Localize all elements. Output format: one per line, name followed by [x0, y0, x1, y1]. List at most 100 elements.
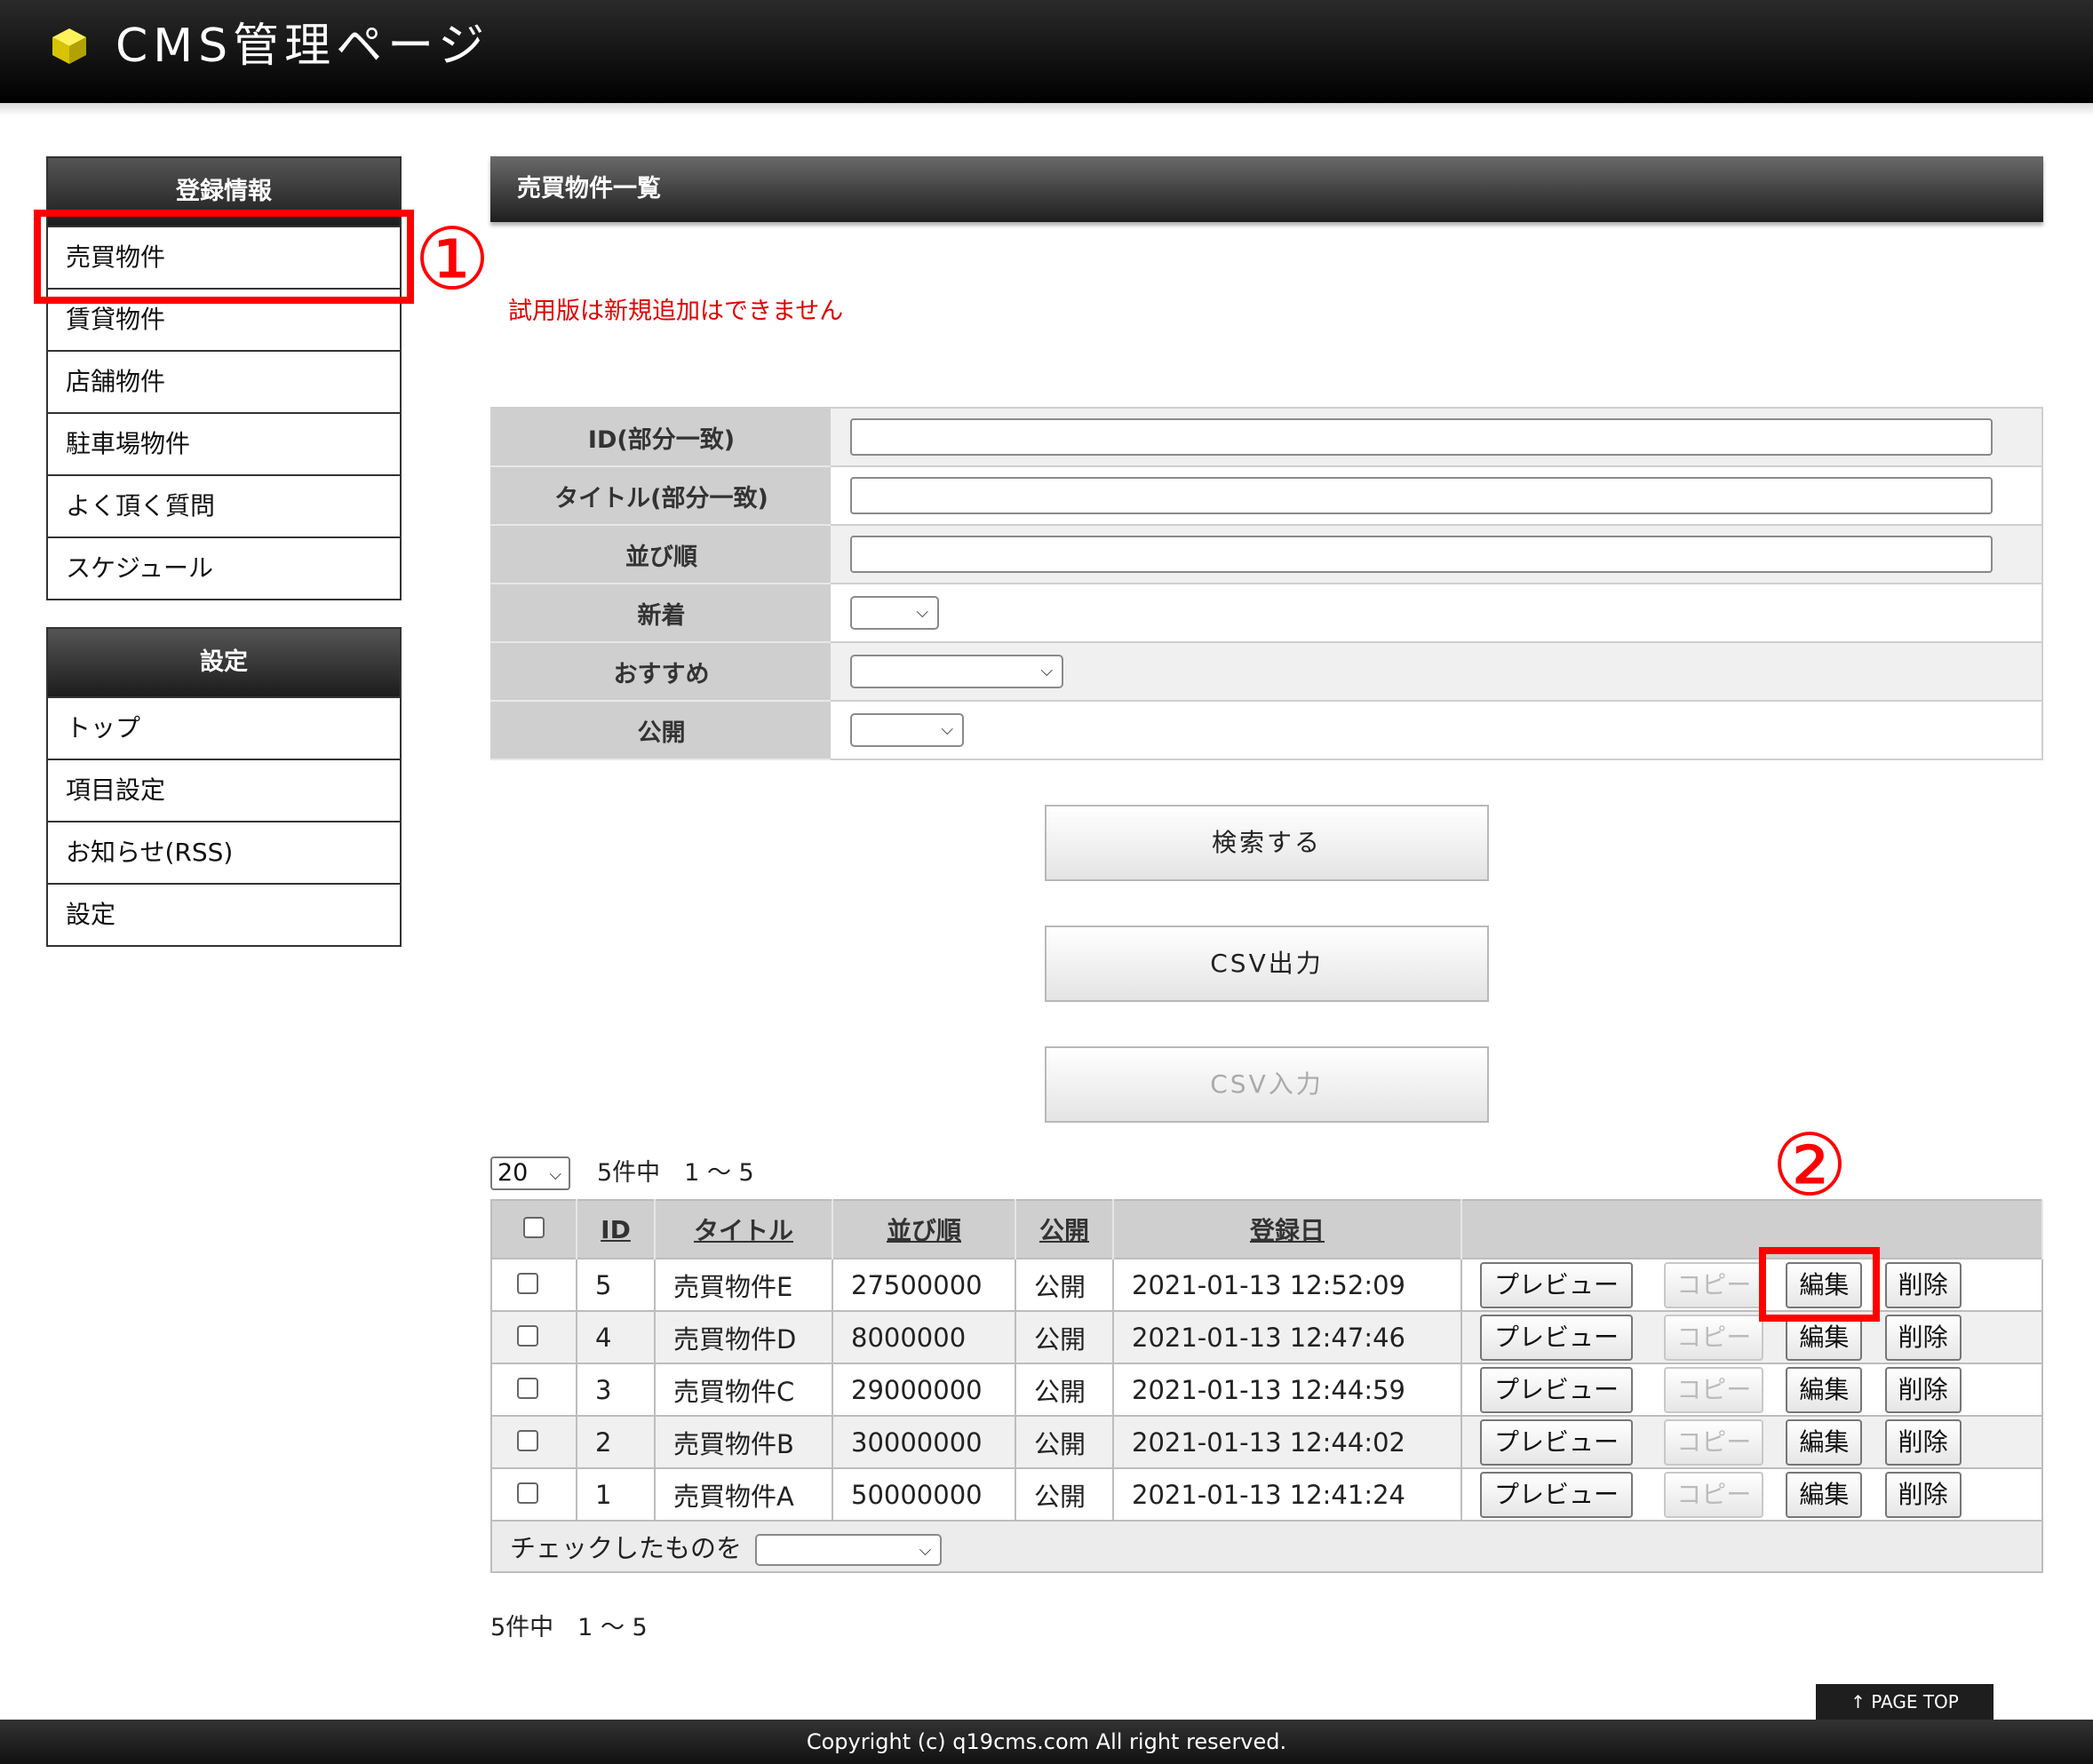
row-checkbox[interactable] — [517, 1377, 538, 1399]
trial-notice: 試用版は新規追加はできません — [508, 298, 844, 325]
preview-button[interactable]: プレビュー — [1480, 1418, 1633, 1466]
copy-button: コピー — [1664, 1314, 1764, 1361]
cell-order: 50000000 — [832, 1467, 1016, 1521]
edit-button[interactable]: 編集 — [1786, 1366, 1863, 1413]
preview-button[interactable]: プレビュー — [1480, 1366, 1633, 1413]
sidebar-item-parking-property[interactable]: 駐車場物件 — [48, 412, 400, 474]
cell-date: 2021-01-13 12:44:02 — [1113, 1415, 1462, 1468]
cell-id: 3 — [577, 1363, 656, 1416]
cell-order: 27500000 — [832, 1258, 1016, 1311]
cell-date: 2021-01-13 12:47:46 — [1113, 1310, 1462, 1363]
cell-id: 5 — [577, 1258, 656, 1311]
recommend-select[interactable]: ⌵ — [850, 655, 1063, 688]
sidebar-item-news-rss[interactable]: お知らせ(RSS) — [48, 821, 400, 883]
preview-button[interactable]: プレビュー — [1480, 1261, 1633, 1308]
per-page-select[interactable]: 20 ⌵ — [490, 1156, 570, 1190]
copy-button: コピー — [1664, 1366, 1764, 1413]
sidebar-item-faq[interactable]: よく頂く質問 — [48, 474, 400, 536]
id-label: ID(部分一致) — [491, 408, 831, 467]
title-label: タイトル(部分一致) — [491, 466, 831, 526]
cell-title: 売買物件B — [655, 1415, 833, 1468]
copy-button: コピー — [1664, 1471, 1764, 1518]
csv-import-button: CSV入力 — [1045, 1046, 1489, 1123]
sidebar-item-top[interactable]: トップ — [48, 696, 400, 759]
cell-status: 公開 — [1015, 1363, 1114, 1416]
delete-button[interactable]: 削除 — [1884, 1471, 1962, 1518]
cell-date: 2021-01-13 12:44:59 — [1113, 1363, 1462, 1416]
delete-button[interactable]: 削除 — [1884, 1314, 1962, 1361]
publish-label: 公開 — [491, 701, 831, 760]
cell-date: 2021-01-13 12:52:09 — [1113, 1258, 1462, 1311]
column-header-date[interactable]: 登録日 — [1113, 1200, 1462, 1259]
cell-status: 公開 — [1015, 1258, 1114, 1311]
id-search-input[interactable] — [850, 418, 1993, 456]
csv-export-button[interactable]: CSV出力 — [1045, 926, 1489, 1002]
per-page-value: 20 — [497, 1159, 529, 1187]
cell-id: 1 — [577, 1467, 656, 1521]
column-header-status[interactable]: 公開 — [1015, 1200, 1114, 1259]
title-search-input[interactable] — [850, 477, 1993, 514]
row-checkbox[interactable] — [517, 1324, 538, 1347]
app-title: CMS管理ページ — [115, 20, 490, 73]
sidebar-item-field-settings[interactable]: 項目設定 — [48, 759, 400, 821]
cell-order: 8000000 — [832, 1310, 1016, 1363]
annotation-highlight-box — [34, 210, 414, 304]
cell-title: 売買物件E — [655, 1258, 833, 1311]
table-row: 1 売買物件A 50000000 公開 2021-01-13 12:41:24 … — [491, 1467, 2042, 1521]
annotation-number-one: ① — [414, 210, 491, 309]
search-button[interactable]: 検索する — [1045, 805, 1489, 881]
edit-button[interactable]: 編集 — [1786, 1471, 1863, 1518]
cell-order: 29000000 — [832, 1363, 1016, 1416]
chevron-down-icon: ⌵ — [941, 720, 953, 739]
delete-button[interactable]: 削除 — [1884, 1418, 1962, 1466]
top-header-bar: CMS管理ページ — [0, 0, 2093, 103]
bulk-action-row: チェックしたものを ⌵ — [491, 1520, 2042, 1572]
sidebar-group-title: 設定 — [48, 629, 400, 696]
select-all-checkbox[interactable] — [523, 1216, 545, 1238]
chevron-down-icon: ⌵ — [549, 1165, 561, 1184]
header-select-all — [491, 1200, 577, 1259]
sidebar-settings-menu: 設定 トップ 項目設定 お知らせ(RSS) 設定 — [46, 627, 402, 947]
cube-icon — [52, 28, 86, 64]
footer-copyright: Copyright (c) q19cms.com All right reser… — [0, 1720, 2093, 1764]
cell-title: 売買物件A — [655, 1467, 833, 1521]
cell-id: 4 — [577, 1310, 656, 1363]
bulk-action-select[interactable]: ⌵ — [755, 1533, 943, 1566]
recommend-label: おすすめ — [491, 642, 831, 702]
cell-order: 30000000 — [832, 1415, 1016, 1468]
chevron-down-icon: ⌵ — [919, 1540, 932, 1560]
sidebar-item-settings[interactable]: 設定 — [48, 883, 400, 945]
bulk-action-label: チェックしたものを — [510, 1532, 743, 1563]
column-header-title[interactable]: タイトル — [655, 1200, 833, 1259]
column-header-id[interactable]: ID — [577, 1200, 656, 1259]
cell-id: 2 — [577, 1415, 656, 1468]
sidebar-item-schedule[interactable]: スケジュール — [48, 536, 400, 599]
publish-select[interactable]: ⌵ — [850, 713, 964, 747]
cell-title: 売買物件C — [655, 1363, 833, 1416]
order-label: 並び順 — [491, 525, 831, 584]
page-title: 売買物件一覧 — [490, 156, 2043, 222]
column-header-actions — [1461, 1200, 2043, 1259]
result-count-bottom: 5件中 1 〜 5 — [490, 1614, 648, 1641]
order-search-input[interactable] — [850, 536, 1993, 573]
page-top-button[interactable]: ↑ PAGE TOP — [1816, 1684, 1994, 1720]
row-checkbox[interactable] — [517, 1482, 538, 1504]
cell-title: 売買物件D — [655, 1310, 833, 1363]
row-checkbox[interactable] — [517, 1272, 538, 1294]
cell-date: 2021-01-13 12:41:24 — [1113, 1467, 1462, 1521]
chevron-down-icon: ⌵ — [916, 603, 928, 622]
column-header-order[interactable]: 並び順 — [832, 1200, 1016, 1259]
annotation-highlight-box — [1759, 1247, 1880, 1322]
delete-button[interactable]: 削除 — [1884, 1366, 1962, 1413]
edit-button[interactable]: 編集 — [1786, 1418, 1863, 1466]
preview-button[interactable]: プレビュー — [1480, 1471, 1633, 1518]
preview-button[interactable]: プレビュー — [1480, 1314, 1633, 1361]
row-checkbox[interactable] — [517, 1429, 538, 1451]
sidebar-item-store-property[interactable]: 店舗物件 — [48, 350, 400, 412]
table-row: 2 売買物件B 30000000 公開 2021-01-13 12:44:02 … — [491, 1415, 2042, 1468]
search-form: ID(部分一致) タイトル(部分一致) 並び順 新着 ⌵ おすすめ ⌵ 公開 ⌵ — [490, 407, 2043, 760]
chevron-down-icon: ⌵ — [1040, 662, 1053, 680]
cell-status: 公開 — [1015, 1467, 1114, 1521]
delete-button[interactable]: 削除 — [1884, 1261, 1962, 1308]
new-select[interactable]: ⌵ — [850, 596, 939, 630]
